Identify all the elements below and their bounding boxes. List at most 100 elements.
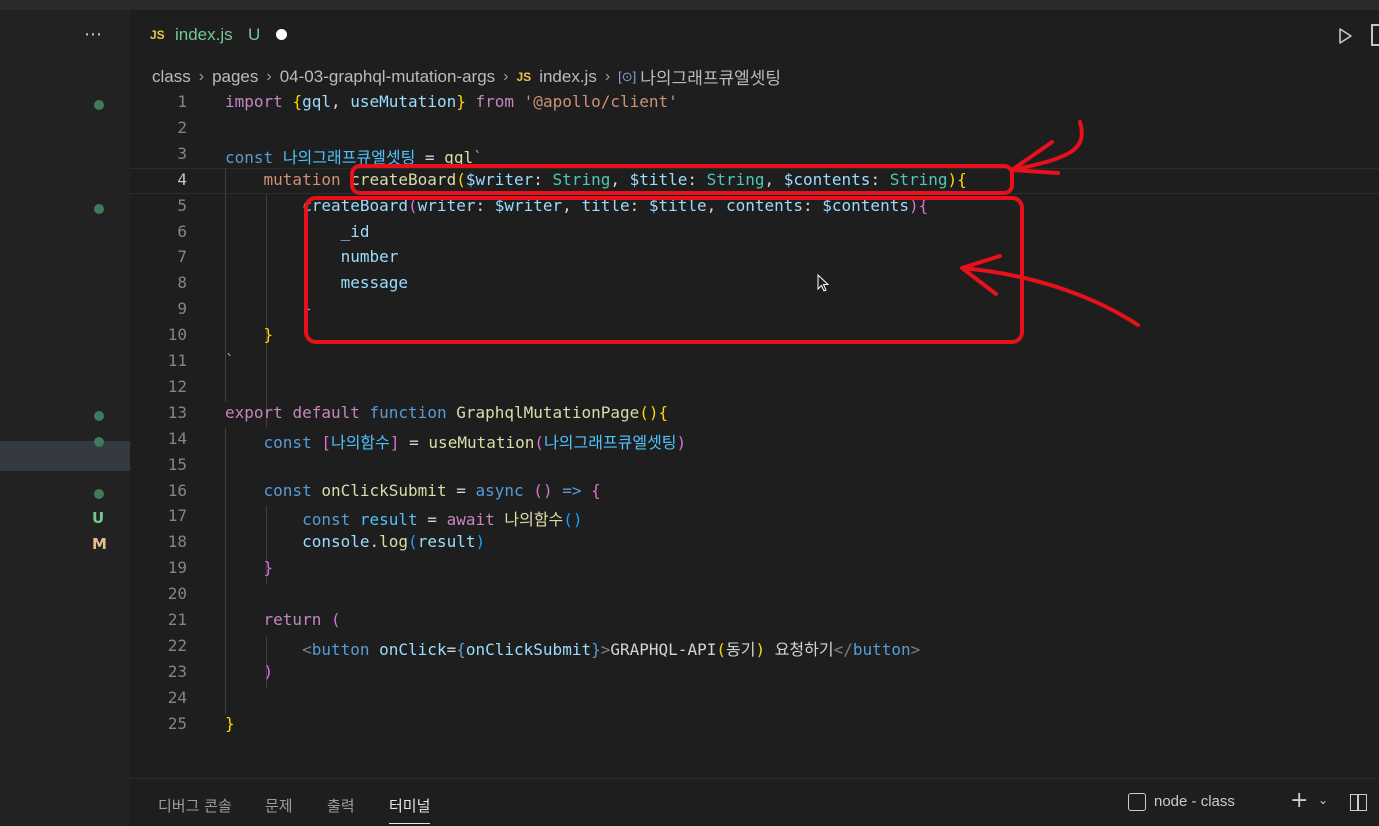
code-token: String — [552, 169, 611, 189]
plus-icon[interactable]: + — [1290, 790, 1308, 812]
line-number: 6 — [177, 221, 187, 241]
bottom-panel: 디버그 콘솔 문제 출력 터미널 node - class + ⌄ — [130, 778, 1379, 826]
code-token: </ — [833, 639, 853, 659]
chevron-right-icon: › — [198, 67, 205, 85]
code-token: 나의함수 — [330, 432, 390, 452]
code-line[interactable]: export default function GraphqlMutationP… — [225, 403, 668, 422]
code-token: GRAPHQL-API — [610, 639, 717, 659]
git-status-dot-icon — [94, 100, 104, 110]
line-number: 14 — [167, 428, 187, 448]
breadcrumb-file[interactable]: index.js — [539, 67, 597, 87]
line-number: 5 — [177, 195, 187, 215]
line-number: 18 — [167, 532, 187, 552]
code-token: { — [918, 195, 929, 215]
run-icon[interactable] — [1335, 26, 1355, 46]
code-line[interactable]: const [나의함수] = useMutation(나의그래프큐엘셋팅) — [225, 429, 687, 453]
breadcrumb-item[interactable]: 04-03-graphql-mutation-args — [280, 67, 495, 87]
code-token: = — [399, 432, 429, 452]
code-line[interactable]: } — [225, 558, 274, 577]
code-token: $contents — [822, 195, 909, 215]
code-line[interactable]: const 나의그래프큐엘셋팅 = gql` — [225, 144, 483, 168]
terminal-selector[interactable]: node - class — [1154, 793, 1235, 810]
code-line[interactable]: createBoard(writer: $writer, title: $tit… — [225, 196, 928, 215]
code-line[interactable]: const onClickSubmit = async () => { — [225, 481, 601, 500]
modified-dot-icon[interactable] — [276, 29, 287, 40]
code-line[interactable]: ) — [225, 661, 274, 681]
code-token: : — [475, 195, 495, 215]
code-token: const — [263, 480, 312, 500]
code-editor[interactable]: 1 import {gql, useMutation} from '@apollo… — [130, 90, 1379, 770]
code-line[interactable]: console.log(result) — [225, 532, 485, 551]
code-line[interactable]: return ( — [225, 610, 341, 629]
code-line[interactable]: const result = await 나의함수() — [225, 506, 583, 530]
split-editor-icon[interactable] — [1371, 24, 1379, 46]
code-token: ( — [533, 480, 543, 500]
code-line[interactable]: number — [225, 247, 399, 266]
code-token: ) — [263, 661, 274, 681]
code-token: const — [263, 432, 312, 452]
code-token: import — [225, 92, 283, 111]
code-token: from — [475, 92, 515, 111]
breadcrumb-item[interactable]: pages — [212, 67, 258, 87]
tab-index-js[interactable]: JS index.js U — [130, 10, 300, 60]
line-number: 9 — [177, 299, 187, 319]
code-token: } — [225, 713, 235, 733]
chevron-down-icon[interactable]: ⌄ — [1318, 793, 1328, 807]
code-token: $contents — [783, 169, 871, 189]
breadcrumb-symbol[interactable]: 나의그래프큐엘셋팅 — [640, 64, 781, 89]
tab-debug-console[interactable]: 디버그 콘솔 — [158, 795, 232, 816]
code-token: ( — [716, 639, 726, 659]
code-token: ) — [542, 480, 553, 500]
code-line[interactable]: message — [225, 273, 408, 292]
code-line[interactable]: _id — [225, 222, 370, 241]
code-token: = — [415, 147, 445, 167]
code-token: 나의함수 — [504, 510, 564, 530]
code-line[interactable]: } — [225, 714, 235, 733]
code-token: $writer — [465, 169, 534, 189]
code-token: message — [340, 273, 409, 293]
terminal-icon — [1128, 793, 1146, 811]
code-line[interactable]: mutation createBoard($writer: String, $t… — [225, 170, 967, 189]
code-token: await — [446, 510, 495, 530]
code-token: mutation — [225, 169, 351, 189]
code-token: writer — [417, 195, 476, 215]
tab-problems[interactable]: 문제 — [265, 795, 293, 816]
line-number: 17 — [167, 506, 187, 526]
code-token: ( — [330, 610, 341, 629]
code-line[interactable]: ` — [225, 351, 235, 370]
line-number: 21 — [167, 610, 187, 629]
code-token: { — [591, 480, 601, 500]
code-token: } — [263, 325, 274, 345]
code-line[interactable]: } — [225, 299, 312, 318]
code-token: 나의그래프큐엘셋팅 — [544, 432, 677, 452]
code-token: $writer — [494, 195, 563, 215]
code-token: , — [330, 92, 351, 111]
code-token: button — [852, 639, 911, 659]
code-line[interactable]: <button onClick={onClickSubmit}>GRAPHQL-… — [225, 636, 920, 660]
tab-terminal[interactable]: 터미널 — [389, 795, 431, 824]
code-line[interactable]: } — [225, 325, 274, 345]
code-token: createBoard — [302, 195, 409, 215]
more-icon[interactable]: ⋯ — [84, 26, 108, 48]
panel-layout-icon[interactable] — [1350, 794, 1367, 811]
git-status-dot-icon — [94, 410, 104, 421]
explorer-selected-row[interactable] — [0, 441, 130, 471]
tab-output[interactable]: 출력 — [327, 795, 355, 816]
code-line[interactable]: import {gql, useMutation} from '@apollo/… — [225, 92, 678, 111]
breadcrumb-item[interactable]: class — [152, 67, 191, 87]
code-token: const — [302, 510, 351, 530]
code-token: ) — [572, 510, 583, 530]
code-token: onClickSubmit — [321, 480, 447, 500]
code-token: , — [610, 169, 630, 189]
code-token: button — [311, 639, 370, 659]
